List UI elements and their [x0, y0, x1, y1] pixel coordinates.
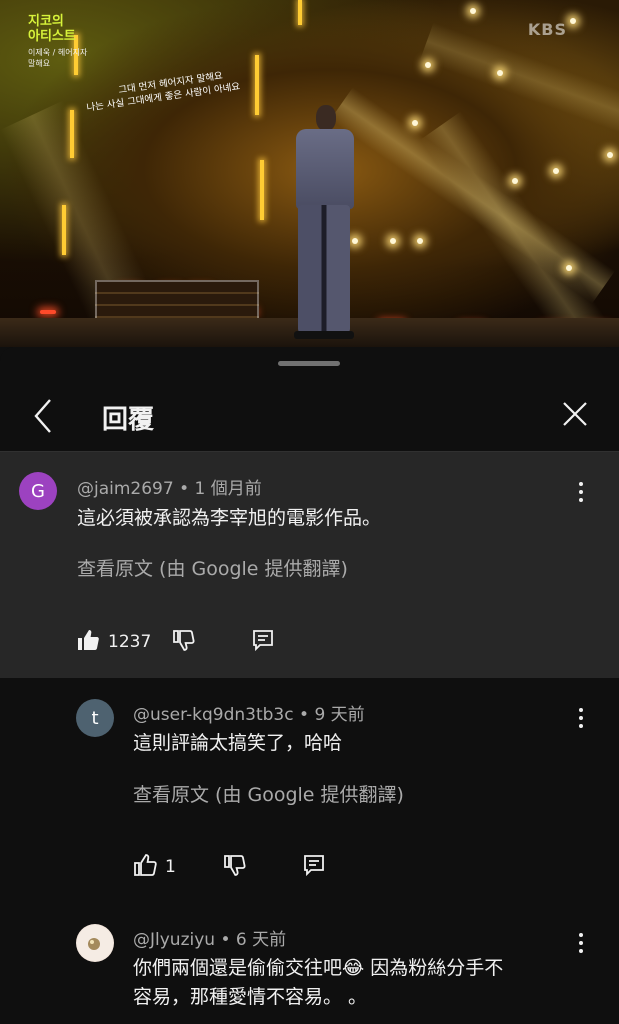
- light-pillar: [260, 160, 264, 220]
- spotlight: [497, 70, 503, 76]
- singer-figure: [288, 105, 360, 340]
- dislike-button[interactable]: [222, 853, 246, 881]
- spotlight: [390, 238, 396, 244]
- comment-text: 這則評論太搞笑了，哈哈: [133, 732, 343, 754]
- comment-author[interactable]: @user-kq9dn3tb3c: [133, 705, 294, 725]
- avatar[interactable]: t: [76, 699, 114, 737]
- show-logo-line1: 지코의: [28, 14, 64, 29]
- comment-author[interactable]: @Jlyuziyu: [133, 930, 215, 950]
- avatar-letter: G: [31, 480, 45, 502]
- stage-light-beam: [420, 111, 619, 347]
- channel-watermark: KBS: [527, 20, 567, 39]
- close-button[interactable]: [560, 399, 590, 429]
- spotlight: [470, 8, 476, 14]
- close-icon: [563, 402, 587, 426]
- see-original-link[interactable]: 查看原文 (由 Google 提供翻譯): [133, 780, 404, 807]
- like-count: 1: [165, 857, 176, 877]
- spotlight: [412, 120, 418, 126]
- thumb-up-filled-icon: [78, 630, 99, 650]
- pearl-avatar-icon: [77, 925, 113, 961]
- meta-separator: •: [299, 705, 310, 725]
- light-pillar: [70, 110, 74, 158]
- stage-red-light: [40, 310, 56, 314]
- spotlight: [607, 152, 613, 158]
- lyrics-overlay: 그대 먼저 헤어지자 말해요 나는 사실 그대에게 좋은 사람이 아녜요: [84, 67, 241, 114]
- spotlight: [417, 238, 423, 244]
- comment-text-line: 容易，那種愛情不容易。 。: [133, 986, 368, 1008]
- reply-button[interactable]: [251, 628, 275, 656]
- spotlight: [425, 62, 431, 68]
- thumb-down-icon: [223, 855, 246, 876]
- comment-time: 9 天前: [314, 705, 365, 725]
- comment-meta: @user-kq9dn3tb3c • 9 天前: [133, 700, 365, 725]
- thumb-up-icon: [134, 854, 157, 876]
- comment-time: 6 天前: [235, 930, 287, 950]
- back-button[interactable]: [30, 397, 60, 435]
- comment-reply-icon: [303, 855, 324, 877]
- comment-reply-icon: [253, 630, 274, 652]
- dislike-button[interactable]: [171, 628, 195, 656]
- avatar[interactable]: [76, 924, 114, 962]
- see-original-link[interactable]: 查看原文 (由 Google 提供翻譯): [77, 554, 348, 581]
- like-count: 1237: [108, 632, 152, 652]
- drag-handle[interactable]: [278, 361, 340, 366]
- comment-meta: @jaim2697 • 1 個月前: [77, 474, 262, 499]
- comment-menu-button[interactable]: [577, 708, 585, 730]
- parent-comment: G @jaim2697 • 1 個月前 這必須被承認為李宰旭的電影作品。 查看原…: [0, 452, 619, 678]
- thumb-down-icon: [173, 630, 195, 651]
- sheet-title: 回覆: [102, 405, 155, 435]
- comment-menu-button[interactable]: [577, 482, 585, 504]
- reply-button[interactable]: [302, 853, 326, 881]
- comment-menu-button[interactable]: [577, 933, 585, 955]
- comment-text: 你們兩個還是偷偷交往吧😂 因為粉絲分手不 容易，那種愛情不容易。 。: [133, 954, 503, 1012]
- show-logo: 지코의 아티스트 이제욱 / 헤어지자 말해요: [28, 14, 90, 68]
- replies-sheet: 回覆 G @jaim2697 • 1 個月前 這必須被承認為李宰旭的電影作品。 …: [0, 347, 619, 1024]
- meta-separator: •: [220, 930, 231, 950]
- spotlight: [553, 168, 559, 174]
- reply-comment: t @user-kq9dn3tb3c • 9 天前 這則評論太搞笑了，哈哈 查看…: [0, 692, 619, 892]
- light-pillar: [255, 55, 259, 115]
- meta-separator: •: [179, 479, 190, 499]
- show-logo-line2: 아티스트: [28, 29, 76, 44]
- comment-author[interactable]: @jaim2697: [77, 479, 174, 499]
- like-button[interactable]: [133, 853, 157, 881]
- reply-comment: @Jlyuziyu • 6 天前 你們兩個還是偷偷交往吧😂 因為粉絲分手不 容易…: [0, 917, 619, 1024]
- chevron-left-icon: [34, 399, 51, 433]
- show-logo-subtitle: 이제욱 / 헤어지자 말해요: [28, 48, 88, 68]
- avatar-letter: t: [91, 707, 99, 729]
- comment-actions: 1237: [76, 627, 275, 657]
- comment-text-line: 你們兩個還是偷偷交往吧😂 因為粉絲分手不: [133, 957, 504, 979]
- like-button[interactable]: [76, 628, 100, 656]
- comment-meta: @Jlyuziyu • 6 天前: [133, 925, 286, 950]
- spotlight: [570, 18, 576, 24]
- sheet-header: 回覆: [0, 387, 619, 452]
- comment-time: 1 個月前: [194, 479, 262, 499]
- spotlight: [566, 265, 572, 271]
- comment-actions: 1: [133, 852, 326, 882]
- avatar[interactable]: G: [19, 472, 57, 510]
- comment-text: 這必須被承認為李宰旭的電影作品。: [77, 507, 382, 529]
- spotlight: [512, 178, 518, 184]
- video-player[interactable]: 지코의 아티스트 이제욱 / 헤어지자 말해요 KBS 그대 먼저 헤어지자 말…: [0, 0, 619, 347]
- light-pillar: [62, 205, 66, 255]
- light-pillar: [298, 0, 302, 25]
